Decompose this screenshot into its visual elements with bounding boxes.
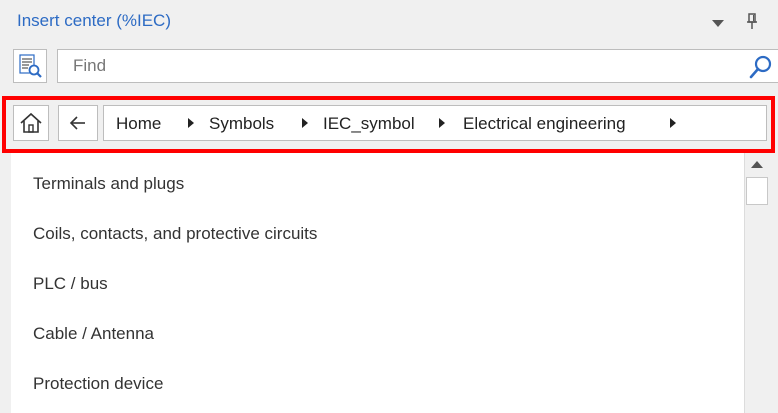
panel-title-bar: Insert center (%IEC) (0, 0, 778, 44)
list-item-label: Terminals and plugs (33, 174, 185, 193)
panel-title: Insert center (%IEC) (17, 11, 171, 30)
search-box (57, 49, 778, 83)
list-item[interactable]: PLC / bus (11, 262, 744, 306)
list-item-label: PLC / bus (33, 274, 108, 293)
breadcrumb-item-home[interactable]: Home (116, 114, 161, 134)
scroll-up-icon[interactable] (749, 157, 766, 174)
list-item-label: Protection device (33, 374, 164, 393)
search-input[interactable] (59, 51, 719, 81)
home-button[interactable] (13, 105, 49, 141)
list-search-icon[interactable] (13, 49, 47, 83)
vertical-scrollbar[interactable] (744, 153, 769, 413)
list-item[interactable]: Terminals and plugs (11, 162, 744, 206)
back-button[interactable] (58, 105, 98, 141)
breadcrumb-item-symbols[interactable]: Symbols (209, 114, 274, 134)
list-item-label: Cable / Antenna (33, 324, 154, 343)
category-list: Terminals and plugs Coils, contacts, and… (11, 153, 744, 413)
insert-center-panel: Insert center (%IEC) Find Home Symbols I… (0, 0, 778, 413)
list-item[interactable]: Coils, contacts, and protective circuits (11, 212, 744, 256)
list-item-label: Coils, contacts, and protective circuits (33, 224, 318, 243)
list-item[interactable]: Cable / Antenna (11, 312, 744, 356)
home-icon (20, 112, 42, 133)
triangle-right-icon[interactable] (439, 118, 445, 128)
search-row (11, 48, 778, 86)
search-icon[interactable] (748, 54, 774, 80)
list-item[interactable]: Protection device (11, 362, 744, 406)
breadcrumb-item-electrical-engineering[interactable]: Electrical engineering (463, 114, 626, 134)
triangle-right-icon[interactable] (302, 118, 308, 128)
pin-icon[interactable] (744, 12, 760, 32)
triangle-right-icon[interactable] (188, 118, 194, 128)
breadcrumb-item-iec-symbol[interactable]: IEC_symbol (323, 114, 415, 134)
scrollbar-thumb[interactable] (746, 177, 768, 205)
chevron-down-icon[interactable] (712, 20, 724, 27)
triangle-right-icon[interactable] (670, 118, 676, 128)
back-arrow-icon (69, 116, 85, 130)
breadcrumb: Home Symbols IEC_symbol Electrical engin… (103, 105, 767, 141)
